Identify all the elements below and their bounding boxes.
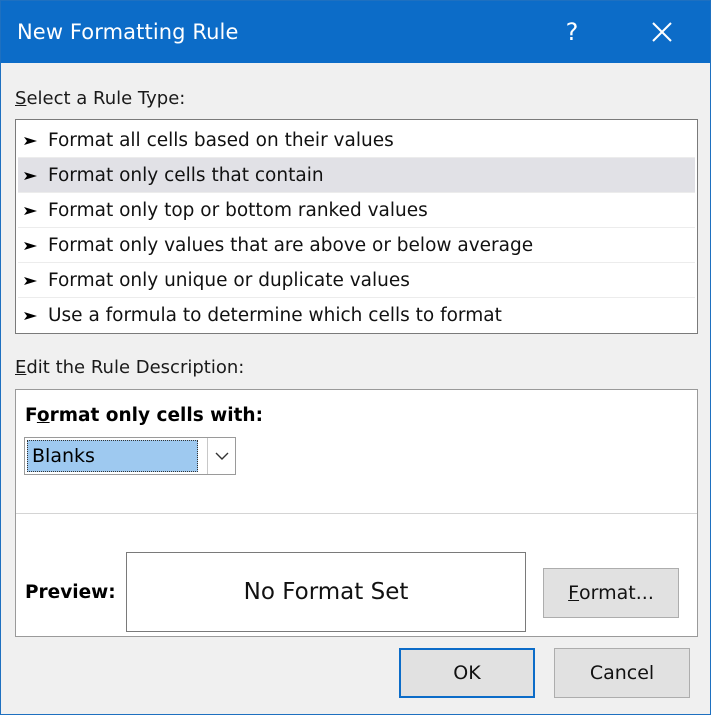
ok-button[interactable]: OK [399, 648, 535, 698]
condition-label-start: F [25, 405, 37, 426]
title-bar[interactable]: New Formatting Rule ? [1, 1, 710, 63]
preview-text: No Format Set [243, 579, 409, 605]
help-button[interactable]: ? [547, 1, 597, 63]
rule-description-label: Edit the Rule Description: [15, 356, 244, 380]
pointer-arrow-icon [24, 263, 40, 298]
rule-description-panel: Format only cells with: Blanks Preview: … [15, 389, 698, 637]
close-icon [652, 22, 672, 42]
rule-type-item-formula[interactable]: Use a formula to determine which cells t… [18, 298, 695, 333]
rule-type-item-label: Format only cells that contain [48, 165, 324, 186]
rule-description-label-text: dit the Rule Description: [26, 357, 245, 378]
new-formatting-rule-dialog: New Formatting Rule ? Select a Rule Type… [0, 0, 711, 715]
rule-type-item-label: Format only values that are above or bel… [48, 235, 534, 256]
rule-type-list[interactable]: Format all cells based on their values F… [15, 119, 698, 334]
condition-label-text: rmat only cells with: [49, 405, 263, 426]
format-button[interactable]: Format... [543, 568, 679, 618]
dialog-title: New Formatting Rule [17, 20, 239, 44]
condition-dropdown[interactable]: Blanks [24, 437, 236, 475]
preview-label: Preview: [25, 582, 116, 603]
rule-type-item-unique-duplicate[interactable]: Format only unique or duplicate values [18, 263, 695, 298]
pointer-arrow-icon [24, 193, 40, 228]
rule-description-label-accelerator: E [15, 357, 27, 378]
pointer-arrow-icon [24, 158, 40, 193]
format-button-accelerator: F [568, 582, 580, 604]
rule-type-item-label: Format only top or bottom ranked values [48, 200, 428, 221]
divider [16, 513, 697, 514]
chevron-down-icon[interactable] [207, 438, 236, 474]
rule-type-item-label: Format all cells based on their values [48, 130, 394, 151]
rule-type-label-text: elect a Rule Type: [26, 88, 186, 109]
rule-type-item-above-below-average[interactable]: Format only values that are above or bel… [18, 228, 695, 263]
preview-box: No Format Set [126, 552, 526, 632]
close-button[interactable] [637, 1, 687, 63]
rule-type-label: Select a Rule Type: [15, 87, 185, 111]
pointer-arrow-icon [24, 228, 40, 263]
rule-type-item-cells-that-contain[interactable]: Format only cells that contain [18, 158, 695, 193]
rule-type-item-all-cells[interactable]: Format all cells based on their values [18, 123, 695, 158]
rule-type-item-label: Format only unique or duplicate values [48, 270, 410, 291]
condition-dropdown-value: Blanks [27, 440, 198, 472]
pointer-arrow-icon [24, 123, 40, 158]
rule-type-item-label: Use a formula to determine which cells t… [48, 305, 502, 326]
condition-label-accelerator: o [36, 405, 50, 426]
cancel-button[interactable]: Cancel [554, 648, 690, 698]
condition-label: Format only cells with: [25, 404, 263, 428]
format-button-label: ormat... [579, 582, 654, 604]
rule-type-item-top-bottom[interactable]: Format only top or bottom ranked values [18, 193, 695, 228]
pointer-arrow-icon [24, 298, 40, 333]
rule-type-label-accelerator: S [15, 88, 27, 109]
